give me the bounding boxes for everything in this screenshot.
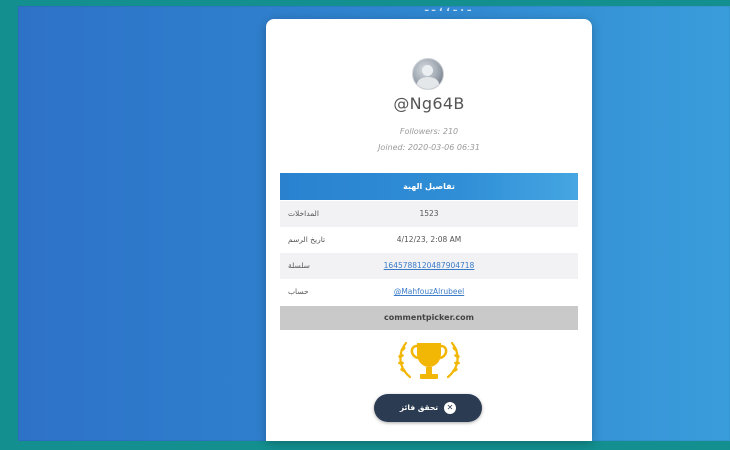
detail-row-account: حساب @MahfouzAlrubeel (280, 279, 578, 305)
header-text: ـ . ـ ، ، ـ ـ (425, 3, 471, 14)
winner-card: @Ng64B Followers: 210 Joined: 2020-03-06… (266, 19, 592, 441)
account-link[interactable]: @MahfouzAlrubeel (280, 279, 578, 305)
joined-date: Joined: 2020-03-06 06:31 (378, 143, 480, 152)
detail-row-thread: سلسلة 1645788120487904718 (280, 253, 578, 279)
detail-value: 1523 (419, 209, 439, 218)
thread-link[interactable]: 1645788120487904718 (280, 253, 578, 279)
trophy-icon (398, 341, 460, 379)
detail-row-entries: المداخلات 1523 (280, 201, 578, 227)
detail-row-draw-date: تاريخ الرسم 4/12/23, 2:08 AM (280, 227, 578, 253)
verify-another-winner-button[interactable]: تحقق فائز آخر ✕ (374, 394, 482, 440)
followers-count: Followers: 210 (399, 127, 459, 136)
avatar (412, 58, 444, 90)
brand-bar: commentpicker.com (280, 306, 578, 330)
detail-value: 4/12/23, 2:08 AM (396, 235, 462, 244)
verify-button-label: تحقق فائز آخر (399, 403, 439, 440)
username[interactable]: @Ng64B (266, 94, 592, 113)
x-icon: ✕ (444, 402, 456, 414)
details-header: تفاصيل الهبة (280, 173, 578, 200)
